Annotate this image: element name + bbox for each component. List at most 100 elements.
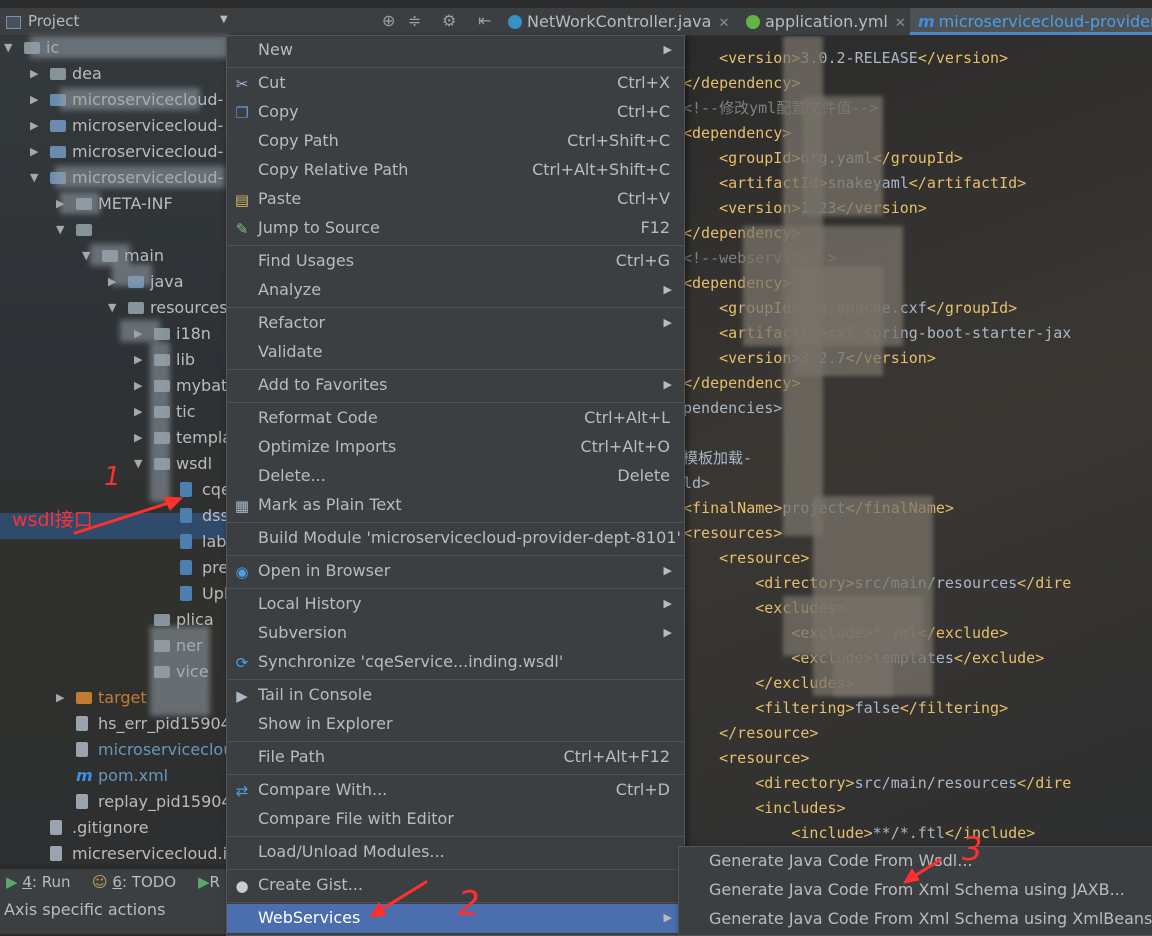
menu-item-load-unload-modules[interactable]: Load/Unload Modules... — [227, 838, 684, 867]
menu-item-delete[interactable]: Delete... Delete — [227, 462, 684, 491]
third-tool-button[interactable]: ▶R — [198, 873, 220, 891]
chevron-right-icon[interactable]: ▶ — [134, 400, 142, 424]
tree-item[interactable]: preS — [0, 556, 238, 580]
tab-networkcontroller[interactable]: NetWorkController.java ✕ — [508, 8, 729, 35]
chevron-down-icon[interactable]: ▼ — [4, 36, 12, 60]
menu-item-compare-file-with-editor[interactable]: Compare File with Editor — [227, 805, 684, 834]
menu-item-subversion[interactable]: Subversion ▶ — [227, 619, 684, 648]
run-tool-button[interactable]: ▶ 4: Run — [6, 873, 70, 891]
menu-item-copy-path[interactable]: Copy Path Ctrl+Shift+C — [227, 127, 684, 156]
tree-item[interactable]: .gitignore — [0, 816, 230, 840]
submenu-item-generate-from-wsdl[interactable]: Generate Java Code From Wsdl... — [679, 847, 1152, 876]
tree-item[interactable]: ▶ dea — [0, 62, 230, 86]
code-editor[interactable]: <version>3.0.2-RELEASE</version> </depend… — [683, 36, 1152, 934]
close-icon[interactable]: ✕ — [895, 16, 906, 31]
chevron-right-icon[interactable]: ▶ — [30, 114, 38, 138]
code-line: 模板加载- — [683, 449, 753, 467]
chevron-right-icon[interactable]: ▶ — [134, 348, 142, 372]
chevron-down-icon[interactable]: ▼ — [108, 296, 116, 320]
tree-item[interactable]: labe — [0, 530, 236, 554]
menu-item-new[interactable]: New ▶ — [227, 36, 684, 65]
tree-item[interactable]: ▶ microservicecloud- — [0, 140, 230, 164]
menu-item-show-in-explorer[interactable]: Show in Explorer — [227, 710, 684, 739]
tree-item-label: micreservicecloud.im — [72, 844, 243, 863]
submenu-arrow-icon: ▶ — [663, 564, 672, 577]
tree-item[interactable]: ▶ lib — [0, 348, 230, 372]
menu-item-mark-as-plain-text[interactable]: ▦ Mark as Plain Text — [227, 491, 684, 520]
chevron-right-icon[interactable]: ▶ — [56, 686, 64, 710]
menu-item-add-to-favorites[interactable]: Add to Favorites ▶ — [227, 371, 684, 400]
menu-item-optimize-imports[interactable]: Optimize Imports Ctrl+Alt+O — [227, 433, 684, 462]
tree-item[interactable]: microservicecloud — [0, 738, 243, 762]
chevron-down-icon[interactable]: ▼ — [56, 218, 64, 242]
tree-item[interactable]: replay_pid15904.l — [0, 790, 241, 814]
tree-item[interactable]: Uplo — [0, 582, 238, 606]
menu-item-find-usages[interactable]: Find Usages Ctrl+G — [227, 247, 684, 276]
tree-item[interactable]: ▶ microservicecloud- — [0, 114, 230, 138]
menu-item-synchronize-cqeservice-inding-wsdl[interactable]: ⟳ Synchronize 'cqeService...inding.wsdl' — [227, 648, 684, 677]
tree-item[interactable]: ▶ tic — [0, 400, 230, 424]
tree-item[interactable]: ▼ — [0, 218, 230, 242]
chevron-down-icon[interactable]: ▼ — [30, 166, 38, 190]
chevron-down-icon[interactable]: ▼ — [220, 14, 228, 25]
menu-item-webservices[interactable]: WebServices ▶ — [227, 904, 684, 933]
menu-item-file-path[interactable]: File Path Ctrl+Alt+F12 — [227, 743, 684, 772]
privacy-pixelation — [793, 266, 883, 376]
gear-icon[interactable]: ⚙ — [442, 11, 456, 30]
menu-item-cut[interactable]: ✂ Cut Ctrl+X — [227, 69, 684, 98]
menu-item-copy[interactable]: ❐ Copy Ctrl+C — [227, 98, 684, 127]
folder-icon — [50, 68, 66, 80]
tree-item[interactable]: ▶ mybatis — [0, 374, 240, 398]
project-panel-title[interactable]: Project — [28, 12, 79, 30]
tree-item[interactable]: micreservicecloud.im — [0, 842, 243, 866]
menu-item-jump-to-source[interactable]: ✎ Jump to Source F12 — [227, 214, 684, 243]
tree-item[interactable]: m pom.xml — [0, 764, 230, 788]
close-icon[interactable]: ✕ — [718, 16, 729, 31]
file-icon — [76, 716, 88, 731]
menu-item-build-module-microservicecloud-provider-dept-8101[interactable]: Build Module 'microservicecloud-provider… — [227, 524, 684, 553]
menu-item-reformat-code[interactable]: Reformat Code Ctrl+Alt+L — [227, 404, 684, 433]
chevron-right-icon[interactable]: ▶ — [30, 88, 38, 112]
project-icon — [6, 16, 21, 29]
tab-pom-xml[interactable]: m microservicecloud-provider- — [910, 8, 1152, 35]
tree-item[interactable]: ▶META-INF — [0, 192, 230, 216]
menu-item-create-gist[interactable]: ● Create Gist... — [227, 871, 684, 900]
menu-item-label: New — [258, 40, 293, 59]
file-icon — [180, 586, 192, 601]
menu-item-label: Build Module 'microservicecloud-provider… — [258, 528, 681, 547]
submenu-item-label: Generate Java Code From Xml Schema using… — [709, 909, 1152, 928]
todo-tool-button[interactable]: ☺ 6: TODO — [92, 873, 176, 891]
chevron-down-icon[interactable]: ▼ — [134, 452, 142, 476]
menu-item-validate[interactable]: Validate — [227, 338, 684, 367]
todo-icon: ☺ — [92, 873, 108, 891]
hide-panel-icon[interactable]: ⇤ — [478, 11, 491, 30]
file-icon — [50, 846, 62, 861]
menu-item-refactor[interactable]: Refactor ▶ — [227, 309, 684, 338]
menu-separator — [227, 67, 684, 68]
collapse-all-icon[interactable]: ≑ — [408, 11, 421, 30]
menu-item-open-in-browser[interactable]: ◉ Open in Browser ▶ — [227, 557, 684, 586]
tree-item[interactable]: ▶ templat — [0, 426, 238, 450]
menu-separator — [227, 402, 684, 403]
menu-item-local-history[interactable]: Local History ▶ — [227, 590, 684, 619]
menu-item-analyze[interactable]: Analyze ▶ — [227, 276, 684, 305]
edit-icon: ✎ — [235, 220, 249, 238]
tree-item[interactable]: ▶i18n — [0, 322, 230, 346]
menu-item-copy-relative-path[interactable]: Copy Relative Path Ctrl+Alt+Shift+C — [227, 156, 684, 185]
submenu-item-generate-xmlbeans[interactable]: Generate Java Code From Xml Schema using… — [679, 905, 1152, 934]
chevron-right-icon[interactable]: ▶ — [30, 140, 38, 164]
locate-icon[interactable]: ⊕ — [382, 11, 395, 30]
submenu-item-generate-jaxb[interactable]: Generate Java Code From Xml Schema using… — [679, 876, 1152, 905]
chevron-right-icon[interactable]: ▶ — [134, 426, 142, 450]
tab-application-yml[interactable]: application.yml ✕ — [746, 8, 906, 35]
file-icon — [180, 560, 192, 575]
menu-item-compare-with[interactable]: ⇄ Compare With... Ctrl+D — [227, 776, 684, 805]
menu-item-paste[interactable]: ▤ Paste Ctrl+V — [227, 185, 684, 214]
globe-icon: ◉ — [235, 563, 249, 581]
chevron-right-icon[interactable]: ▶ — [30, 62, 38, 86]
submenu-arrow-icon: ▶ — [663, 316, 672, 329]
menu-item-tail-in-console[interactable]: ▶ Tail in Console — [227, 681, 684, 710]
tree-item[interactable]: ▼ resources — [0, 296, 230, 320]
chevron-right-icon[interactable]: ▶ — [134, 374, 142, 398]
menu-item-label: Reformat Code — [258, 408, 378, 427]
